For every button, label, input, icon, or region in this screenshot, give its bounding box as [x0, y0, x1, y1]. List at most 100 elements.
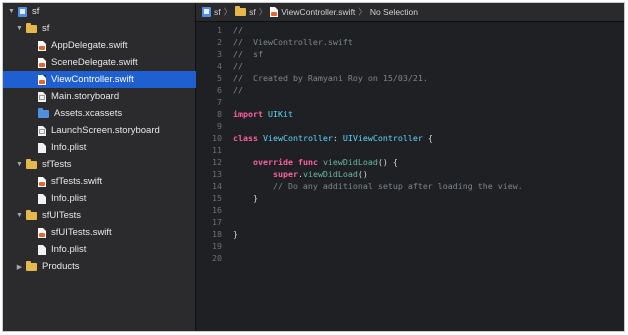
code-line: 1 //	[196, 24, 243, 36]
line-number: 4	[217, 61, 222, 71]
code-line: 5 // Created by Ramyani Roy on 15/03/21.	[196, 72, 428, 84]
line-number: 15	[212, 193, 222, 203]
line-number: 9	[217, 121, 222, 131]
code-text: //	[233, 25, 243, 35]
line-number: 17	[212, 217, 222, 227]
code-text: class ViewController: UIViewController {	[233, 133, 433, 143]
code-line: 2 // ViewController.swift	[196, 36, 353, 48]
line-number: 16	[212, 205, 222, 215]
line-number: 3	[217, 49, 222, 59]
plist-file-icon	[38, 142, 46, 153]
line-number: 14	[212, 181, 222, 191]
chevron-right-icon: 〉	[223, 7, 233, 17]
navigator-item-group-sfuitests[interactable]: ▼ sfUITests	[3, 207, 207, 224]
line-number: 5	[217, 73, 222, 83]
navigator-item-label: ViewController.swift	[51, 74, 134, 85]
folder-icon	[26, 22, 37, 33]
navigator-item-label: sf	[32, 6, 40, 17]
line-number: 11	[212, 145, 222, 155]
folder-icon	[235, 6, 247, 16]
swift-file-icon	[38, 176, 46, 187]
navigator-item-group-products[interactable]: ▶ Products	[3, 258, 207, 275]
swift-file-icon	[38, 57, 46, 68]
code-area[interactable]: 1 // 2 // ViewController.swift 3 // sf 4…	[196, 22, 624, 331]
code-text: }	[233, 229, 238, 239]
chevron-right-icon: 〉	[358, 7, 367, 17]
line-number: 19	[212, 241, 222, 251]
swift-file-icon	[38, 227, 46, 238]
disclosure-open-icon[interactable]: ▼	[15, 211, 24, 220]
code-text: //	[233, 85, 243, 95]
project-icon	[202, 7, 211, 17]
line-number: 8	[217, 109, 222, 119]
code-line: 18 }	[196, 228, 238, 240]
code-line: 7	[196, 96, 233, 108]
line-number: 13	[212, 169, 222, 179]
code-text: // ViewController.swift	[233, 37, 353, 47]
code-text: override func viewDidLoad() {	[252, 157, 398, 167]
disclosure-open-icon[interactable]: ▼	[15, 24, 24, 33]
navigator-item-label: LaunchScreen.storyboard	[51, 125, 160, 136]
jumpbar-project[interactable]: sf	[214, 7, 221, 17]
code-line: 20	[196, 252, 233, 264]
line-number: 18	[212, 229, 222, 239]
code-text: // Created by Ramyani Roy on 15/03/21.	[233, 73, 428, 83]
navigator-item-label: AppDelegate.swift	[51, 40, 128, 51]
code-line: 3 // sf	[196, 48, 263, 60]
plist-file-icon	[38, 244, 46, 255]
navigator-item-label: sf	[42, 23, 50, 34]
code-line: 12 override func viewDidLoad() {	[196, 156, 398, 168]
navigator-item-project-sf[interactable]: ▼ sf	[3, 3, 199, 20]
code-line: 4 //	[196, 60, 243, 72]
navigator-item-label: Info.plist	[51, 142, 87, 153]
code-text: import UIKit	[233, 109, 293, 119]
code-text: // Do any additional setup after loading…	[233, 181, 523, 191]
navigator-item-label: Assets.xcassets	[54, 108, 123, 119]
line-number: 6	[217, 85, 222, 95]
line-number: 10	[212, 133, 222, 143]
project-navigator: ▼ sf ▼ sf AppDelegate.swift SceneDelegat…	[3, 3, 230, 331]
navigator-item-group-sftests[interactable]: ▼ sfTests	[3, 156, 207, 173]
code-text: super.viewDidLoad()	[272, 169, 368, 179]
code-line: 6 //	[196, 84, 243, 96]
navigator-item-label: SceneDelegate.swift	[51, 57, 138, 68]
jumpbar-selection[interactable]: No Selection	[370, 7, 418, 17]
code-line: 8 import UIKit	[196, 108, 293, 120]
code-line: 17	[196, 216, 233, 228]
folder-icon	[26, 260, 37, 271]
jumpbar-file[interactable]: ViewController.swift	[281, 7, 355, 17]
line-number: 12	[212, 157, 222, 167]
navigator-item-label: sfUITests.swift	[51, 227, 112, 238]
swift-file-icon	[270, 7, 279, 17]
code-text: //	[233, 61, 243, 71]
navigator-item-label: sfUITests	[42, 210, 82, 221]
code-line: 10 class ViewController: UIViewControlle…	[196, 132, 433, 144]
disclosure-open-icon[interactable]: ▼	[15, 160, 24, 169]
code-line: 14 // Do any additional setup after load…	[196, 180, 523, 192]
line-number: 2	[217, 37, 222, 47]
source-editor: sf 〉 sf 〉 ViewController.swift 〉 No Sele…	[196, 3, 624, 331]
swift-file-icon	[38, 40, 46, 51]
line-number: 7	[217, 97, 222, 107]
plist-file-icon	[38, 193, 46, 204]
code-line: 13 super.viewDidLoad()	[196, 168, 368, 180]
jumpbar-group[interactable]: sf	[249, 7, 256, 17]
navigator-item-label: Info.plist	[51, 193, 87, 204]
code-line: 15 }	[196, 192, 258, 204]
folder-icon	[26, 209, 37, 220]
code-text: // sf	[233, 49, 263, 59]
code-line: 16	[196, 204, 233, 216]
disclosure-open-icon[interactable]: ▼	[7, 7, 16, 16]
navigator-item-label: sfTests.swift	[51, 176, 103, 187]
code-line: 11	[196, 144, 233, 156]
storyboard-file-icon	[38, 91, 46, 102]
swift-file-icon	[38, 74, 46, 85]
jump-bar: sf 〉 sf 〉 ViewController.swift 〉 No Sele…	[196, 3, 624, 22]
disclosure-closed-icon[interactable]: ▶	[15, 262, 24, 271]
navigator-item-label: Info.plist	[51, 244, 87, 255]
code-line: 19	[196, 240, 233, 252]
navigator-item-label: Main.storyboard	[51, 91, 120, 102]
navigator-item-group-sf[interactable]: ▼ sf	[3, 20, 207, 37]
storyboard-file-icon	[38, 125, 46, 136]
folder-icon	[26, 158, 37, 169]
